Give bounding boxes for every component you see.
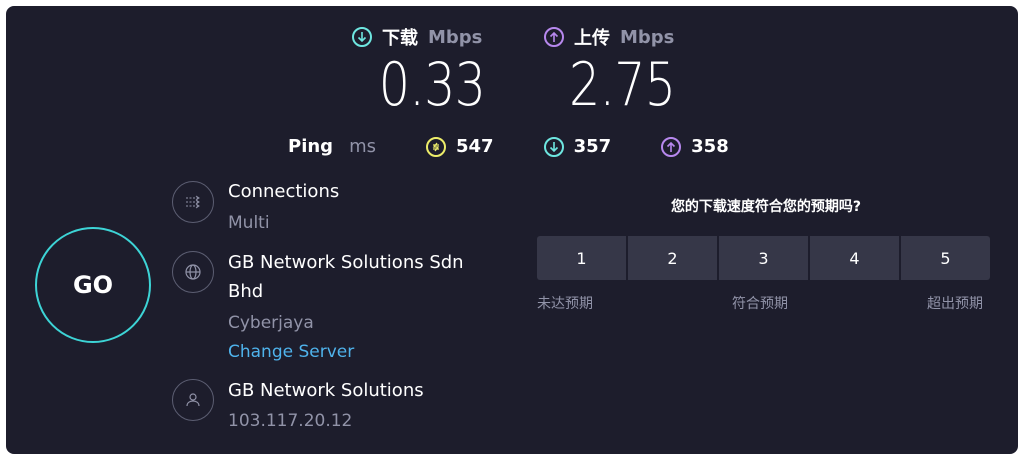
ping-down-value: 357 (573, 136, 612, 157)
go-button[interactable]: GO (35, 227, 151, 343)
server-name-line1: GB Network Solutions Sdn (228, 252, 464, 273)
rating-label-high: 超出预期 (927, 296, 983, 312)
speedtest-panel: 下载 Mbps 0.33 上传 Mbps 2.75 Ping ms 547 35… (6, 6, 1018, 454)
ping-down-icon (543, 136, 564, 157)
ping-up-icon (661, 136, 682, 157)
upload-header: 上传 Mbps (544, 24, 674, 50)
ping-idle-icon (425, 136, 446, 157)
download-unit: Mbps (428, 26, 483, 48)
connections-title: Connections (228, 181, 340, 202)
rating-option-5[interactable]: 5 (901, 236, 990, 280)
upload-label: 上传 (574, 28, 610, 49)
connections-icon (172, 181, 214, 223)
ping-unit: ms (349, 136, 376, 157)
provider-ip: 103.117.20.12 (228, 411, 353, 431)
user-icon (172, 379, 214, 421)
download-label: 下载 (382, 28, 418, 49)
connections-value: Multi (228, 213, 270, 233)
rating-option-3[interactable]: 3 (719, 236, 808, 280)
change-server-link[interactable]: Change Server (228, 342, 354, 362)
ping-up-value: 358 (691, 136, 729, 157)
rating-label-low: 未达预期 (537, 296, 593, 312)
ping-idle-value: 547 (455, 136, 494, 157)
server-name-line2: Bhd (228, 281, 264, 302)
rating-option-2[interactable]: 2 (628, 236, 717, 280)
rating-option-1[interactable]: 1 (537, 236, 626, 280)
rating-question: 您的下载速度符合您的预期吗? (670, 199, 862, 215)
ping-label: Ping (288, 136, 334, 157)
server-location: Cyberjaya (228, 313, 314, 333)
provider-name: GB Network Solutions (228, 380, 424, 401)
rating-options: 1 2 3 4 5 (537, 236, 990, 280)
download-header: 下载 Mbps (352, 24, 482, 50)
upload-unit: Mbps (620, 26, 675, 48)
server-name: GB Network Solutions Sdn Bhd (228, 248, 464, 306)
globe-icon (172, 251, 214, 293)
rating-label-mid: 符合预期 (732, 296, 788, 312)
ping-row: Ping ms 547 357 358 (288, 136, 729, 157)
upload-arrow-icon (544, 27, 564, 47)
rating-option-4[interactable]: 4 (810, 236, 899, 280)
upload-value: 2.75 (568, 50, 676, 120)
download-value: 0.33 (378, 50, 486, 120)
download-arrow-icon (352, 27, 372, 47)
